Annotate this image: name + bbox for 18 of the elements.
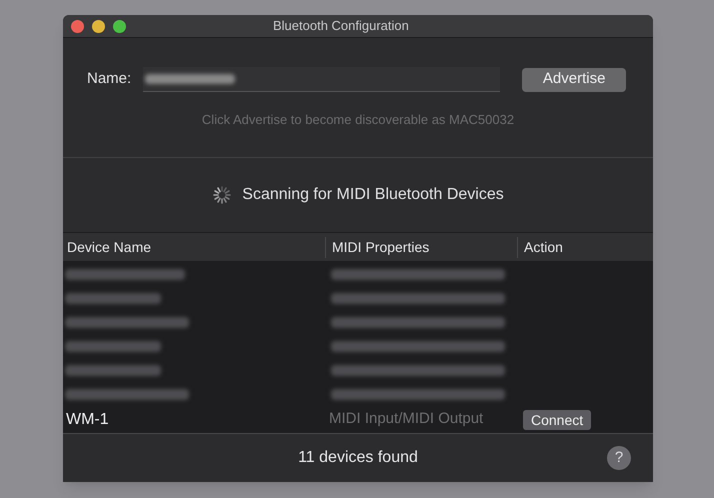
column-header[interactable]: MIDI Properties: [325, 236, 517, 258]
name-field[interactable]: [143, 67, 500, 92]
window-title: Bluetooth Configuration: [273, 17, 409, 36]
device-name: WM-1: [65, 410, 110, 430]
minimize-button[interactable]: [92, 20, 105, 32]
scanning-text: Scanning for MIDI Bluetooth Devices: [242, 185, 504, 205]
connect-button[interactable]: Connect: [523, 410, 592, 430]
devices-count: 11 devices found: [298, 448, 418, 468]
column-header[interactable]: Device Name: [63, 236, 325, 258]
midi-properties: MIDI Input/MIDI Output: [328, 409, 484, 430]
name-label: Name:: [87, 69, 132, 90]
hint-text: Click Advertise to become discoverable as MAC50032: [200, 111, 516, 129]
advertise-button[interactable]: Advertise: [522, 68, 626, 92]
spinner-icon: [212, 185, 232, 205]
close-button[interactable]: [71, 20, 84, 32]
help-button[interactable]: ?: [607, 446, 631, 470]
zoom-button[interactable]: [113, 20, 126, 32]
column-header[interactable]: Action: [517, 236, 653, 258]
